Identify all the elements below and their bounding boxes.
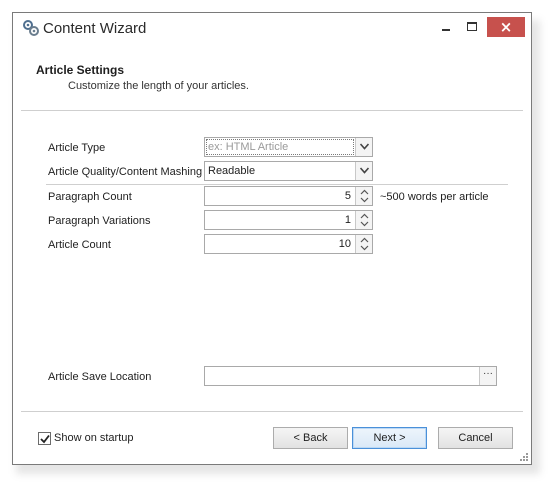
close-icon: × (499, 18, 513, 36)
checkmark-icon (40, 434, 50, 444)
maximize-icon (467, 22, 477, 31)
article-quality-value: Readable (208, 165, 256, 177)
resize-grip-icon[interactable] (519, 452, 529, 462)
paragraph-count-spinner[interactable]: 5 (204, 186, 373, 206)
spin-down-icon[interactable] (360, 221, 369, 227)
spin-up-icon[interactable] (360, 189, 369, 195)
next-button[interactable]: Next > (352, 427, 427, 449)
minimize-button[interactable] (433, 17, 459, 37)
paragraph-variations-spinner[interactable]: 1 (204, 210, 373, 230)
article-count-label: Article Count (48, 239, 111, 251)
article-count-spinner[interactable]: 10 (204, 234, 373, 254)
chevron-down-icon (360, 143, 369, 150)
section-divider (46, 184, 508, 185)
spin-down-icon[interactable] (360, 197, 369, 203)
page-subtitle: Customize the length of your articles. (68, 80, 249, 92)
page-title: Article Settings (36, 63, 125, 77)
close-button[interactable]: × (487, 17, 525, 37)
paragraph-variations-value: 1 (344, 214, 351, 226)
browse-button[interactable]: ··· (479, 367, 496, 385)
chevron-down-icon (360, 167, 369, 174)
article-type-combo[interactable]: ex: HTML Article (204, 137, 373, 157)
paragraph-variations-spin-buttons[interactable] (355, 211, 372, 229)
article-type-dropdown-button[interactable] (355, 138, 372, 156)
save-location-label: Article Save Location (48, 371, 152, 383)
words-per-article-hint: ~500 words per article (380, 191, 489, 203)
article-quality-label: Article Quality/Content Mashing (48, 166, 203, 178)
article-count-spin-buttons[interactable] (355, 235, 372, 253)
spin-up-icon[interactable] (360, 213, 369, 219)
article-count-value: 10 (338, 238, 351, 250)
paragraph-count-label: Paragraph Count (48, 191, 132, 203)
title-bar[interactable]: Content Wizard × (13, 13, 531, 43)
window-title: Content Wizard (43, 20, 147, 37)
article-quality-combo[interactable]: Readable (204, 161, 373, 181)
cancel-button[interactable]: Cancel (438, 427, 513, 449)
show-on-startup-label[interactable]: Show on startup (54, 432, 134, 444)
back-button[interactable]: < Back (273, 427, 348, 449)
gears-icon (23, 20, 39, 36)
paragraph-variations-label: Paragraph Variations (48, 215, 151, 227)
show-on-startup-checkbox[interactable] (38, 432, 51, 445)
footer-divider (21, 411, 523, 412)
article-type-placeholder: ex: HTML Article (208, 141, 289, 153)
minimize-icon (442, 29, 450, 31)
save-location-input[interactable]: ··· (204, 366, 497, 386)
maximize-button[interactable] (459, 17, 485, 37)
content-wizard-window: Content Wizard × Article Settings Custom… (12, 12, 532, 465)
article-type-label: Article Type (48, 142, 106, 154)
spin-up-icon[interactable] (360, 237, 369, 243)
wizard-header: Article Settings Customize the length of… (21, 43, 523, 111)
paragraph-count-spin-buttons[interactable] (355, 187, 372, 205)
article-quality-dropdown-button[interactable] (355, 162, 372, 180)
spin-down-icon[interactable] (360, 245, 369, 251)
paragraph-count-value: 5 (344, 190, 351, 202)
